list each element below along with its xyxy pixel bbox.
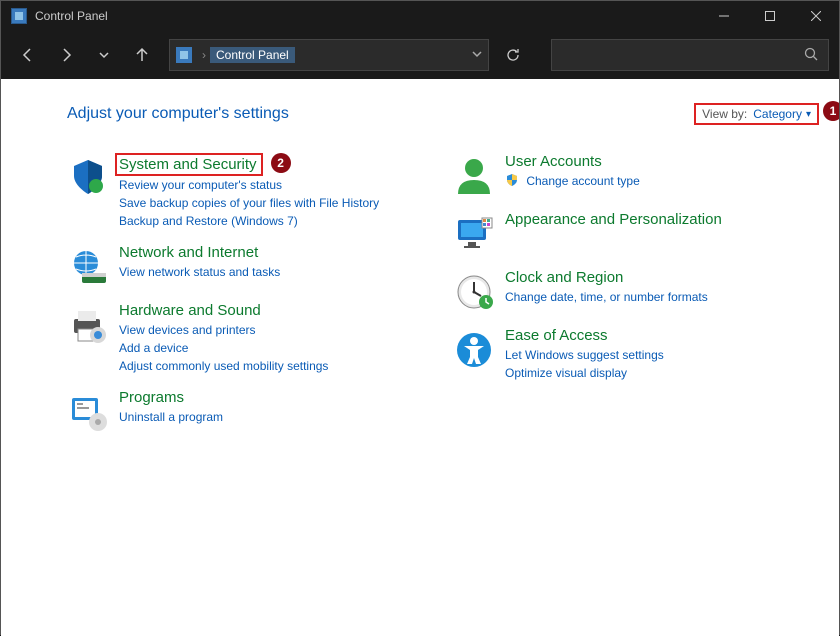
category-appearance: Appearance and Personalization bbox=[453, 211, 819, 255]
view-by-value[interactable]: Category bbox=[753, 107, 811, 121]
header-row: Adjust your computer's settings View by:… bbox=[67, 103, 819, 125]
printer-icon bbox=[67, 304, 109, 346]
address-location[interactable]: Control Panel bbox=[210, 47, 295, 63]
window-title: Control Panel bbox=[35, 9, 701, 23]
maximize-button[interactable] bbox=[747, 1, 793, 31]
clock-icon bbox=[453, 271, 495, 313]
shield-icon bbox=[67, 155, 109, 197]
category-title[interactable]: Appearance and Personalization bbox=[505, 211, 819, 228]
category-link[interactable]: View devices and printers bbox=[119, 321, 433, 339]
category-clock-region: Clock and Region Change date, time, or n… bbox=[453, 269, 819, 313]
category-title[interactable]: System and Security bbox=[119, 156, 257, 173]
category-link[interactable]: View network status and tasks bbox=[119, 263, 433, 281]
left-column: System and Security 2 Review your comput… bbox=[67, 153, 433, 447]
content-pane: Adjust your computer's settings View by:… bbox=[1, 79, 839, 636]
programs-icon bbox=[67, 391, 109, 433]
search-icon bbox=[804, 47, 818, 64]
category-link[interactable]: Save backup copies of your files with Fi… bbox=[119, 194, 433, 212]
address-bar[interactable]: › Control Panel bbox=[169, 39, 489, 71]
category-link[interactable]: Review your computer's status bbox=[119, 176, 433, 194]
view-by-control[interactable]: View by: Category bbox=[694, 103, 819, 125]
category-link[interactable]: Change date, time, or number formats bbox=[505, 288, 819, 306]
category-ease-of-access: Ease of Access Let Windows suggest setti… bbox=[453, 327, 819, 382]
category-link[interactable]: Add a device bbox=[119, 339, 433, 357]
category-title[interactable]: Clock and Region bbox=[505, 269, 819, 286]
category-system-security: System and Security 2 Review your comput… bbox=[67, 153, 433, 230]
right-column: User Accounts Change account type Appear… bbox=[453, 153, 819, 447]
page-title: Adjust your computer's settings bbox=[67, 105, 289, 123]
globe-icon bbox=[67, 246, 109, 288]
ease-of-access-icon bbox=[453, 329, 495, 371]
refresh-button[interactable] bbox=[497, 39, 529, 71]
window-controls bbox=[701, 1, 839, 31]
category-link[interactable]: Let Windows suggest settings bbox=[505, 346, 819, 364]
monitor-icon bbox=[453, 213, 495, 255]
category-title[interactable]: Programs bbox=[119, 389, 433, 406]
address-dropdown-icon[interactable] bbox=[472, 48, 482, 62]
recent-locations-button[interactable] bbox=[87, 39, 121, 71]
back-button[interactable] bbox=[11, 39, 45, 71]
user-icon bbox=[453, 155, 495, 197]
category-programs: Programs Uninstall a program bbox=[67, 389, 433, 433]
uac-shield-icon bbox=[505, 173, 519, 187]
navbar: › Control Panel bbox=[1, 31, 839, 79]
category-hardware-sound: Hardware and Sound View devices and prin… bbox=[67, 302, 433, 375]
category-title[interactable]: User Accounts bbox=[505, 153, 819, 170]
annotation-badge-1: 1 bbox=[823, 101, 839, 121]
app-icon bbox=[11, 8, 27, 24]
category-link[interactable]: Adjust commonly used mobility settings bbox=[119, 357, 433, 375]
category-link[interactable]: Uninstall a program bbox=[119, 408, 433, 426]
category-title[interactable]: Ease of Access bbox=[505, 327, 819, 344]
category-link[interactable]: Change account type bbox=[505, 172, 819, 190]
path-separator-icon: › bbox=[202, 48, 206, 62]
annotation-badge-2: 2 bbox=[271, 153, 291, 173]
search-input[interactable] bbox=[551, 39, 829, 71]
titlebar: Control Panel bbox=[1, 1, 839, 31]
category-network-internet: Network and Internet View network status… bbox=[67, 244, 433, 288]
highlight-system-security: System and Security bbox=[115, 153, 263, 176]
category-title[interactable]: Network and Internet bbox=[119, 244, 433, 261]
category-title[interactable]: Hardware and Sound bbox=[119, 302, 433, 319]
close-button[interactable] bbox=[793, 1, 839, 31]
category-user-accounts: User Accounts Change account type bbox=[453, 153, 819, 197]
category-link[interactable]: Optimize visual display bbox=[505, 364, 819, 382]
control-panel-icon bbox=[176, 47, 192, 63]
category-columns: System and Security 2 Review your comput… bbox=[67, 153, 819, 447]
up-button[interactable] bbox=[125, 39, 159, 71]
category-link[interactable]: Backup and Restore (Windows 7) bbox=[119, 212, 433, 230]
view-by-label: View by: bbox=[702, 107, 747, 121]
forward-button[interactable] bbox=[49, 39, 83, 71]
minimize-button[interactable] bbox=[701, 1, 747, 31]
